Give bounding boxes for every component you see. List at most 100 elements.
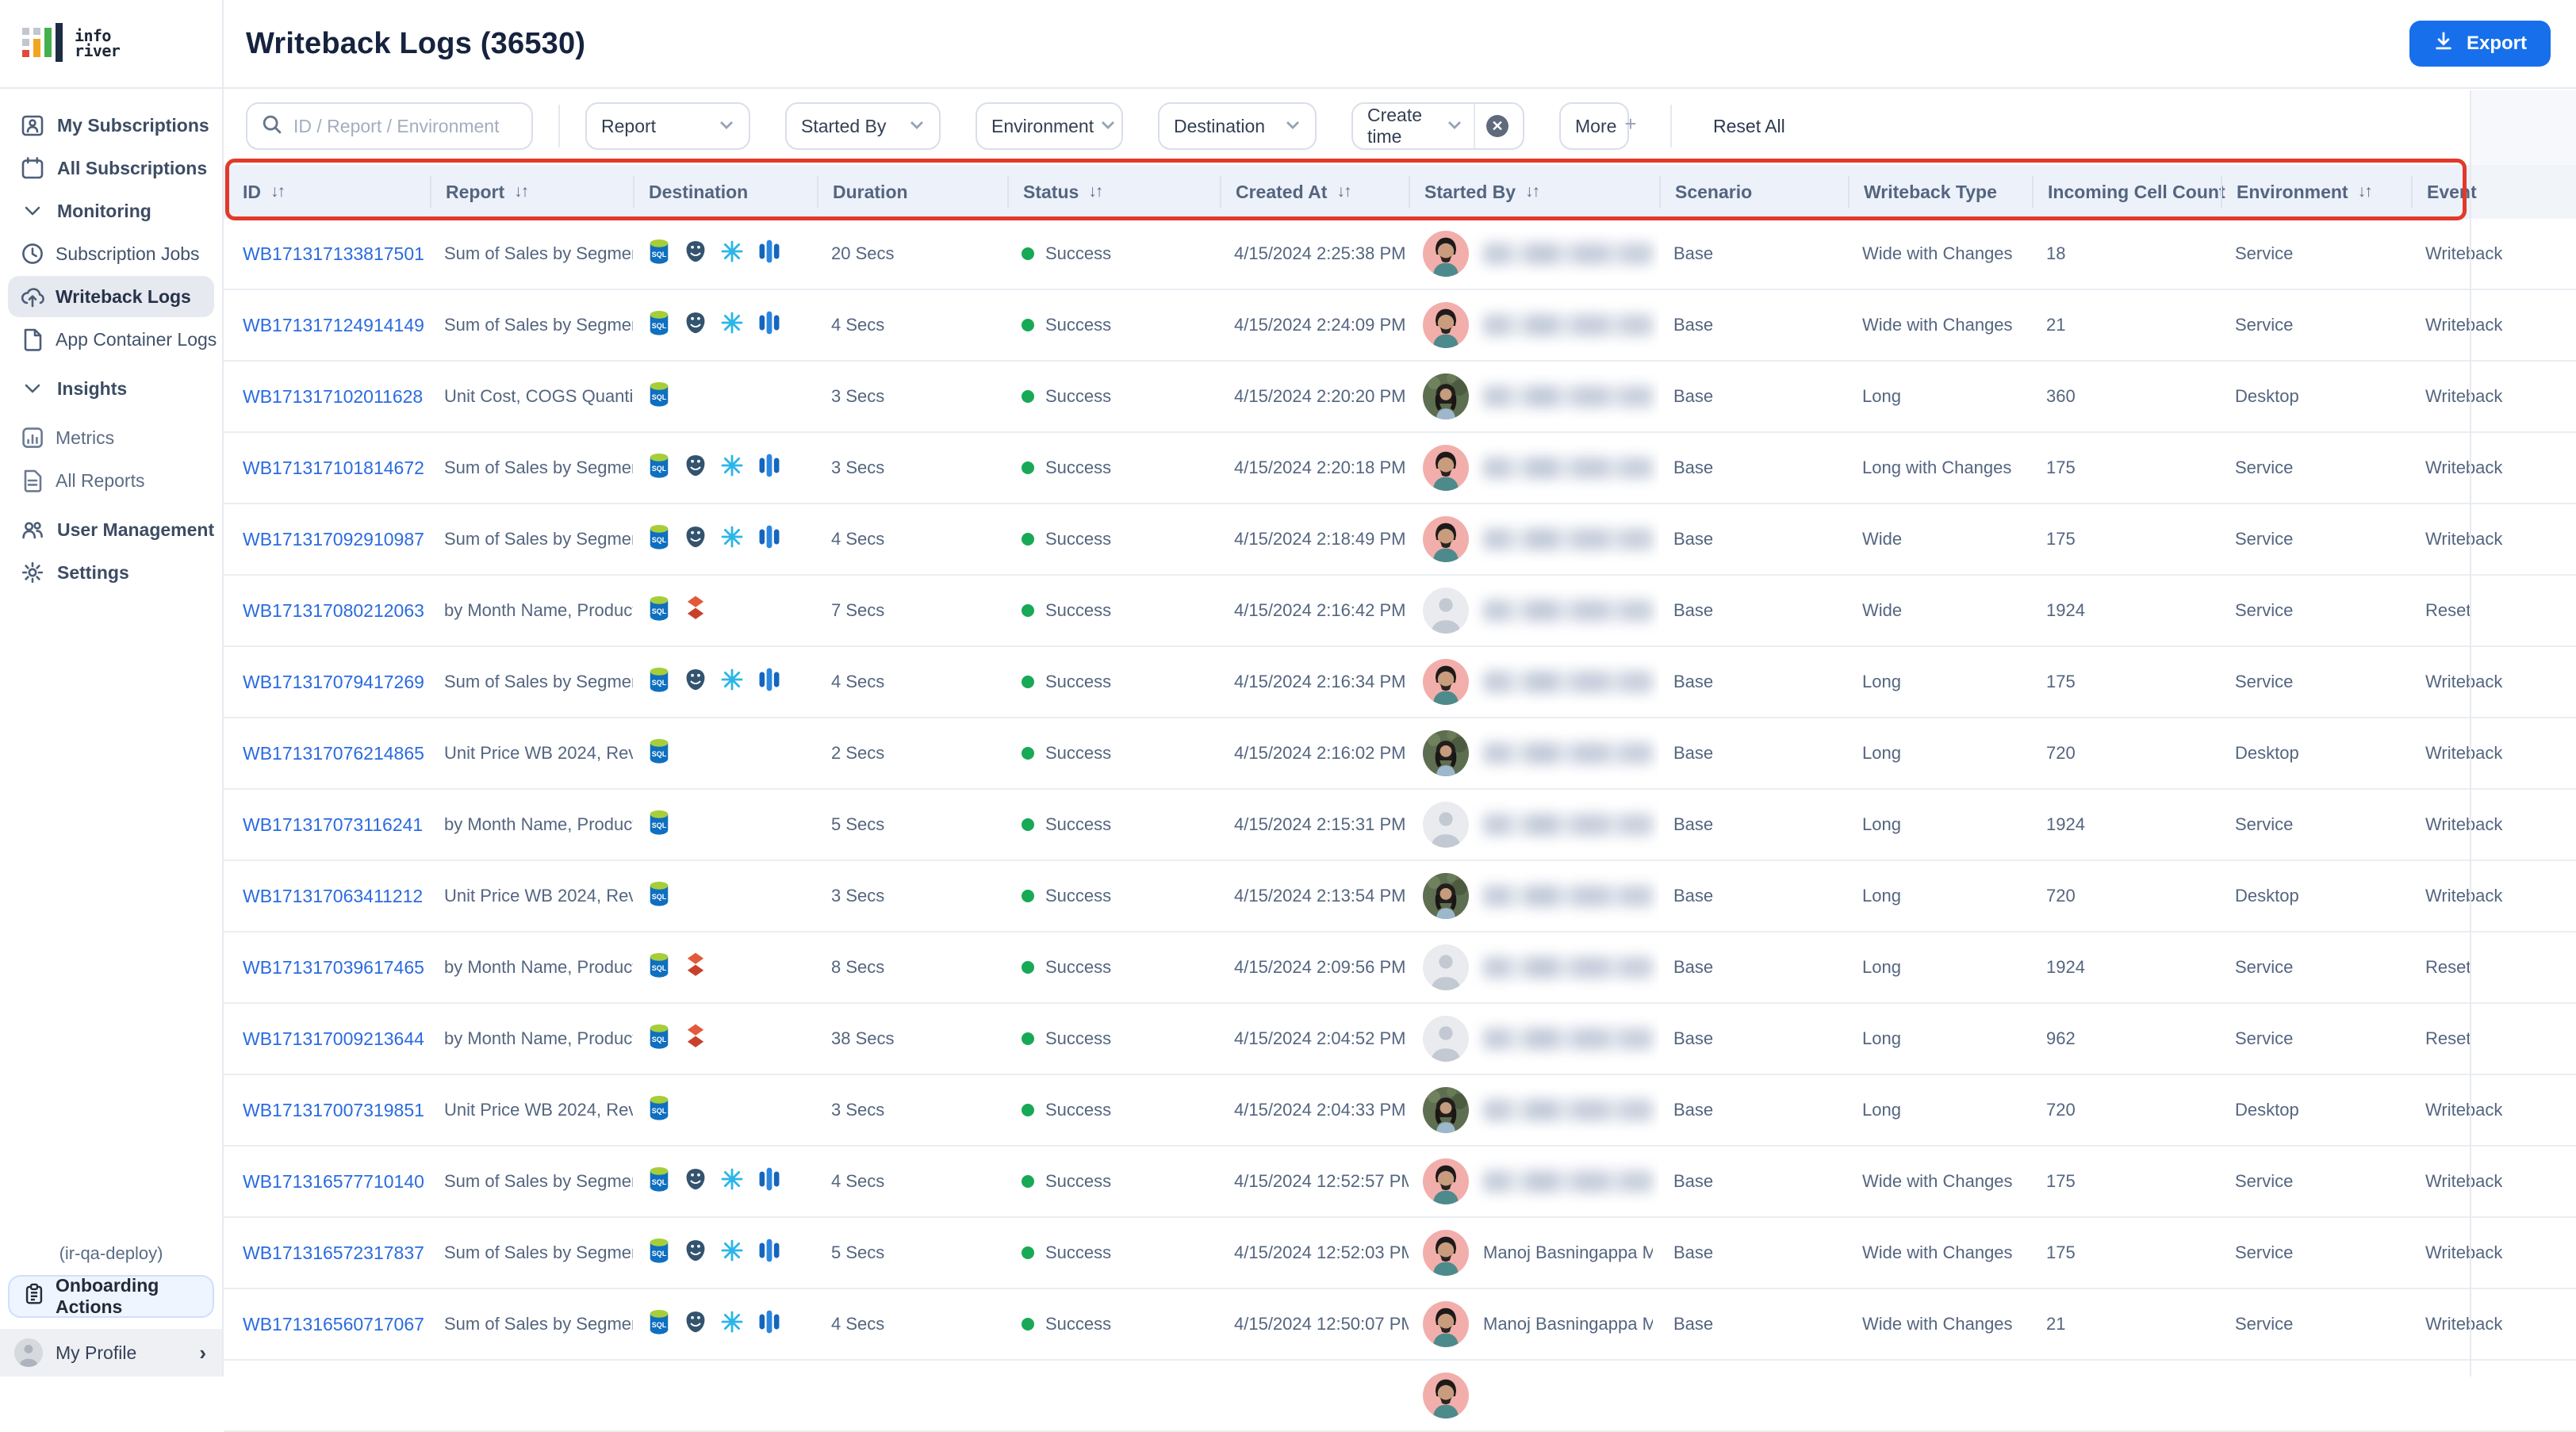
- postgresql-icon: [684, 311, 707, 339]
- log-id-link[interactable]: WB171317101814672: [243, 458, 424, 478]
- cell-writeback_type: Long: [1862, 1028, 1901, 1048]
- divider: [1670, 105, 1672, 147]
- status-dot: [1022, 961, 1034, 974]
- column-header-id: ID ↓↑: [243, 176, 430, 208]
- sidebar-item-label: App Container Logs: [56, 328, 217, 350]
- cell-writeback_type: Long: [1862, 957, 1901, 977]
- cell-event: Writeback: [2425, 743, 2503, 763]
- postgresql-icon: [684, 668, 707, 696]
- filter-dropdown-report[interactable]: Report: [585, 102, 750, 150]
- log-id-link[interactable]: WB171317079417269: [243, 672, 424, 692]
- log-id-link[interactable]: WB171316560717067: [243, 1314, 424, 1334]
- filter-dropdown-label: Report: [601, 115, 657, 136]
- sidebar-item-subscription-jobs[interactable]: Subscription Jobs: [8, 233, 214, 274]
- cell-destination: SQL: [633, 381, 817, 412]
- sidebar-item-all-subscriptions[interactable]: All Subscriptions: [8, 147, 214, 189]
- cell-started_by: Manoj Basningappa Malage: [1409, 1301, 1659, 1347]
- sidebar: info river My Subscriptions All Subscript…: [0, 0, 224, 1376]
- onboarding-actions-button[interactable]: Onboarding Actions: [8, 1275, 214, 1318]
- column-header-status: Status ↓↑: [1007, 176, 1220, 208]
- filter-dropdown-environment[interactable]: Environment: [976, 102, 1123, 150]
- status-dot: [1022, 1104, 1034, 1116]
- status-label: Success: [1045, 672, 1112, 691]
- sort-icon[interactable]: ↓↑: [2358, 182, 2373, 201]
- redshift-icon: [684, 951, 707, 983]
- cell-duration: 5 Secs: [831, 1242, 885, 1262]
- cell-id: WB171317124914149: [243, 315, 430, 336]
- log-id-link[interactable]: WB171317063411212: [243, 886, 423, 906]
- redacted-user-name: [1483, 599, 1653, 622]
- column-header-destination: Destination: [633, 176, 817, 208]
- log-id-link[interactable]: WB171317007319851: [243, 1100, 424, 1120]
- cell-scenario: Base: [1673, 672, 1714, 691]
- filter-dropdown-started-by[interactable]: Started By: [785, 102, 941, 150]
- sort-icon[interactable]: ↓↑: [1088, 182, 1103, 201]
- profile-avatar: [14, 1338, 43, 1367]
- cell-incoming_cell_count: 175: [2046, 529, 2076, 549]
- status-label: Success: [1045, 886, 1112, 906]
- column-header-incoming-cell-count: Incoming Cell Count: [2032, 176, 2225, 208]
- avatar: [1423, 944, 1469, 990]
- cell-duration: 4 Secs: [831, 1314, 885, 1334]
- sidebar-item-user-management[interactable]: User Management: [8, 509, 214, 550]
- sidebar-item-my-subscriptions[interactable]: My Subscriptions: [8, 105, 214, 146]
- sql-server-icon: SQL: [647, 809, 671, 840]
- sidebar-item-metrics[interactable]: Metrics: [8, 417, 214, 458]
- cell-duration: 7 Secs: [831, 600, 885, 620]
- log-id-link[interactable]: WB171317039617465: [243, 957, 424, 978]
- log-id-link[interactable]: WB171317102011628: [243, 386, 423, 407]
- sql-server-icon: SQL: [647, 1094, 671, 1126]
- export-button[interactable]: Export: [2409, 21, 2551, 67]
- calendar-icon: [21, 156, 44, 180]
- svg-text:SQL: SQL: [652, 1321, 667, 1329]
- redshift-icon: [684, 595, 707, 626]
- cell-status: Success: [1007, 315, 1220, 335]
- sidebar-item-all-reports[interactable]: All Reports: [8, 460, 214, 501]
- postgresql-icon: [684, 1239, 707, 1267]
- redacted-user-name: [1483, 528, 1653, 550]
- sort-icon[interactable]: ↓↑: [270, 182, 286, 201]
- sidebar-item-label: Writeback Logs: [56, 285, 191, 307]
- my-profile[interactable]: My Profile ›: [0, 1329, 222, 1376]
- snowflake-icon: [720, 1167, 744, 1196]
- search-input[interactable]: [293, 115, 508, 137]
- column-header-label: Writeback Type: [1864, 181, 1997, 202]
- log-id-link[interactable]: WB171317009213644: [243, 1028, 424, 1049]
- cell-destination: SQL: [633, 452, 817, 484]
- sort-icon[interactable]: ↓↑: [1525, 182, 1540, 201]
- filter-dropdown-create-time[interactable]: Create time ✕: [1351, 102, 1524, 150]
- column-header-scenario: Scenario: [1659, 176, 1848, 208]
- database-icon: [757, 523, 782, 555]
- sort-icon[interactable]: ↓↑: [1336, 182, 1351, 201]
- user-name: Manoj Basningappa Malage: [1483, 1242, 1653, 1262]
- clear-filter-icon[interactable]: ✕: [1486, 115, 1508, 137]
- filter-dropdown-label: Create time: [1367, 105, 1423, 147]
- cell-event: Writeback: [2425, 1171, 2503, 1191]
- log-id-link[interactable]: WB171317076214865: [243, 743, 424, 764]
- postgresql-icon: [684, 525, 707, 553]
- log-id-link[interactable]: WB171317080212063: [243, 600, 424, 621]
- cell-id: WB171317092910987: [243, 529, 430, 550]
- app-logo[interactable]: info river: [0, 0, 222, 89]
- sort-icon[interactable]: ↓↑: [514, 182, 529, 201]
- log-id-link[interactable]: WB171317124914149: [243, 315, 424, 335]
- reset-all-button[interactable]: Reset All: [1713, 116, 1785, 137]
- sidebar-item-monitoring[interactable]: Monitoring: [8, 190, 214, 232]
- sidebar-item-writeback-logs[interactable]: Writeback Logs: [8, 276, 214, 317]
- cell-event: Writeback: [2425, 386, 2503, 406]
- avatar: [1423, 1373, 1469, 1419]
- cell-started_by: [1409, 302, 1659, 348]
- search-box[interactable]: [246, 102, 533, 150]
- sidebar-item-app-container-logs[interactable]: App Container Logs: [8, 319, 217, 360]
- cell-destination: SQL: [633, 1023, 817, 1055]
- sidebar-item-insights[interactable]: Insights: [8, 368, 214, 409]
- table-row: WB171317039617465 by Month Name, Product,…: [224, 932, 2576, 1004]
- log-id-link[interactable]: WB171317133817501: [243, 243, 424, 264]
- sidebar-item-settings[interactable]: Settings: [8, 552, 214, 593]
- log-id-link[interactable]: WB171316577710140: [243, 1171, 424, 1192]
- log-id-link[interactable]: WB171316572317837: [243, 1242, 424, 1263]
- log-id-link[interactable]: WB171317092910987: [243, 529, 424, 549]
- filter-dropdown-more[interactable]: More +: [1559, 102, 1637, 150]
- log-id-link[interactable]: WB171317073116241: [243, 814, 423, 835]
- filter-dropdown-destination[interactable]: Destination: [1158, 102, 1317, 150]
